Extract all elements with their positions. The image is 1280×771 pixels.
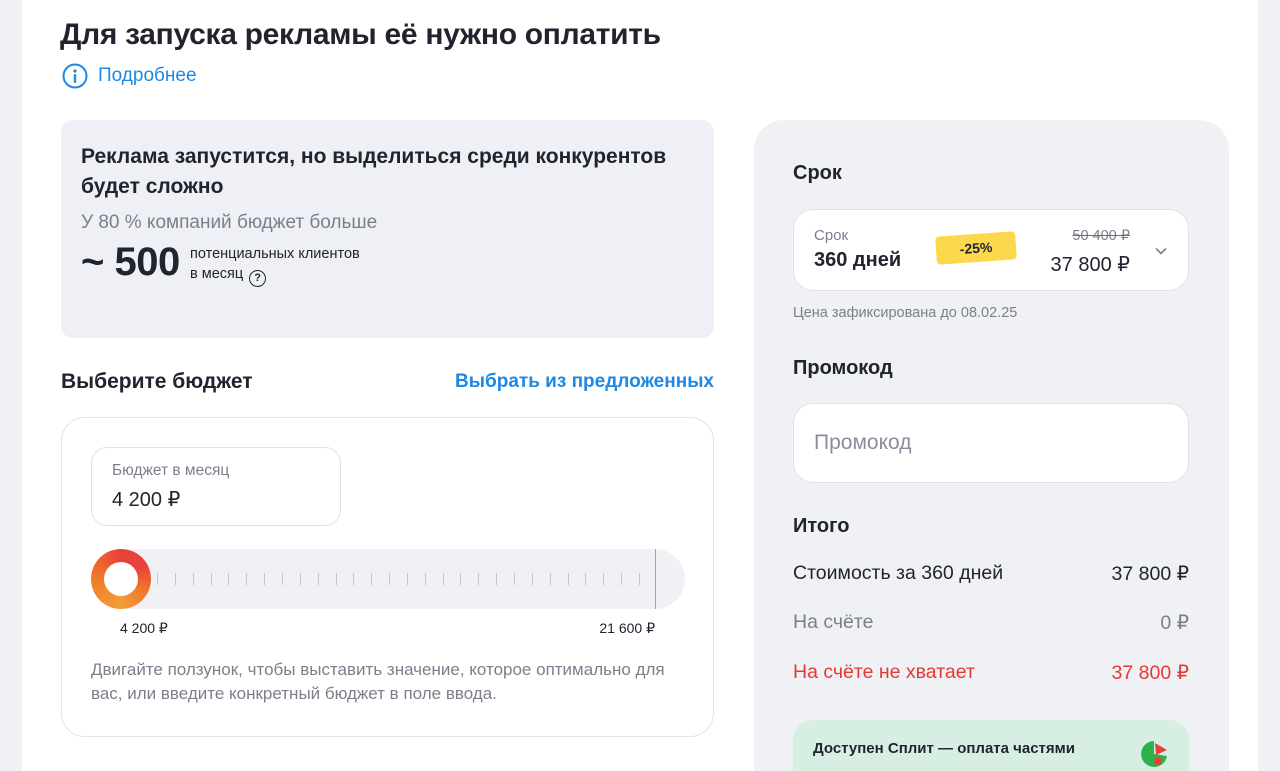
suggested-budgets-link[interactable]: Выбрать из предложенных: [455, 371, 714, 393]
old-price: 50 400 ₽: [1072, 228, 1130, 244]
slider-tick: [246, 573, 248, 585]
more-info-label: Подробнее: [98, 65, 197, 86]
clients-note: потенциальных клиентов в месяц?: [190, 244, 360, 287]
chevron-down-icon[interactable]: [1154, 244, 1168, 258]
split-offer-card[interactable]: Доступен Сплит — оплата частями: [793, 720, 1189, 771]
total-row-value: 37 800 ₽: [1111, 563, 1189, 585]
slider-tick: [353, 573, 355, 585]
budget-input[interactable]: Бюджет в месяц 4 200 ₽: [91, 447, 341, 526]
slider-tick: [299, 573, 301, 585]
discount-badge: -25%: [935, 231, 1017, 265]
budget-slider[interactable]: [91, 549, 685, 609]
promo-input[interactable]: [794, 404, 1188, 482]
slider-max-label: 21 600 ₽: [599, 620, 655, 636]
page: Для запуска рекламы её нужно оплатить По…: [22, 0, 1258, 771]
info-icon: [62, 63, 88, 89]
total-row-label: На счёте: [793, 611, 874, 633]
slider-tick: [174, 573, 176, 585]
slider-tick: [460, 573, 462, 585]
slider-tick: [496, 573, 498, 585]
term-select-label: Срок: [814, 227, 849, 244]
more-info-link[interactable]: Подробнее: [62, 62, 197, 90]
total-row-cost: Стоимость за 360 дней 37 800 ₽: [793, 562, 1189, 592]
term-title: Срок: [793, 162, 842, 184]
budget-input-label: Бюджет в месяц: [112, 462, 230, 479]
slider-tick: [264, 573, 266, 585]
total-row-shortfall: На счёте не хватает 37 800 ₽: [793, 661, 1189, 691]
slider-min-label: 4 200 ₽: [120, 620, 168, 636]
slider-tick: [639, 573, 640, 585]
total-title: Итого: [793, 515, 850, 537]
total-row-balance: На счёте 0 ₽: [793, 611, 1189, 641]
slider-tick: [442, 573, 444, 585]
price-fixed-note: Цена зафиксирована до 08.02.25: [793, 305, 1018, 321]
info-card-headline: Реклама запустится, но выделиться среди …: [81, 145, 667, 198]
slider-tick: [621, 573, 623, 585]
slider-tick: [585, 573, 587, 585]
slider-tick: [424, 573, 426, 585]
slider-tick: [567, 573, 569, 585]
clients-note-line1: потенциальных клиентов: [190, 246, 360, 262]
page-title: Для запуска рекламы её нужно оплатить: [60, 18, 661, 51]
budget-title: Выберите бюджет: [61, 370, 253, 393]
slider-tick: [281, 573, 283, 585]
slider-ticks: [91, 549, 685, 609]
slider-handle[interactable]: [91, 549, 151, 609]
slider-tick: [228, 573, 230, 585]
new-price: 37 800 ₽: [1050, 254, 1130, 276]
slider-tick: [549, 573, 551, 585]
clients-note-line2: в месяц: [190, 266, 244, 282]
slider-end-marker: [655, 549, 656, 609]
slider-tick: [210, 573, 212, 585]
total-row-label: Стоимость за 360 дней: [793, 562, 1004, 584]
slider-tick: [192, 573, 194, 585]
slider-tick: [317, 573, 319, 585]
slider-tick: [478, 573, 480, 585]
slider-tick: [531, 573, 533, 585]
slider-tick: [389, 573, 391, 585]
slider-tick: [514, 573, 516, 585]
order-panel: Срок Срок 360 дней -25% 50 400 ₽ 37 800 …: [754, 120, 1229, 771]
split-offer-label: Доступен Сплит — оплата частями: [813, 740, 1075, 757]
budget-card: Бюджет в месяц 4 200 ₽ 4 200 ₽ 21 600 ₽ …: [61, 417, 714, 737]
split-logo-icon: [1141, 741, 1167, 767]
budget-hint: Двигайте ползунок, чтобы выставить значе…: [91, 660, 665, 703]
term-select-value: 360 дней: [814, 249, 902, 271]
total-row-value: 37 800 ₽: [1111, 662, 1189, 684]
total-row-value: 0 ₽: [1160, 612, 1189, 634]
help-icon[interactable]: ?: [249, 270, 267, 287]
slider-tick: [371, 573, 373, 585]
term-select[interactable]: Срок 360 дней -25% 50 400 ₽ 37 800 ₽: [793, 209, 1189, 291]
promo-field[interactable]: [793, 403, 1189, 483]
promo-title: Промокод: [793, 357, 893, 379]
slider-tick: [603, 573, 605, 585]
slider-tick: [157, 573, 158, 585]
clients-value: ~ 500: [81, 240, 180, 284]
info-card: Реклама запустится, но выделиться среди …: [61, 120, 714, 338]
total-row-label: На счёте не хватает: [793, 661, 975, 683]
slider-tick: [406, 573, 408, 585]
slider-tick: [335, 573, 337, 585]
info-card-subline: У 80 % компаний бюджет больше: [81, 212, 378, 233]
budget-input-value[interactable]: 4 200 ₽: [112, 487, 180, 512]
